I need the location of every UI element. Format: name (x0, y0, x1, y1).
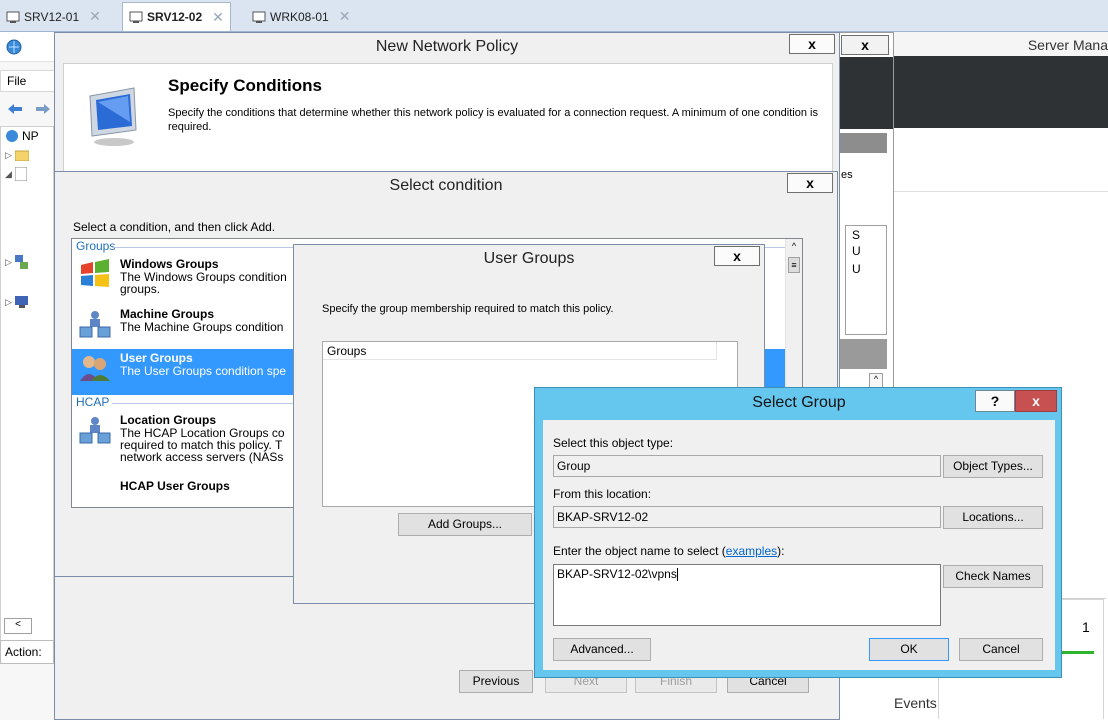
close-icon[interactable]: ✕ (89, 8, 101, 25)
console-tree: NP ▷ ◢ ▷ ▷ (0, 126, 54, 646)
locations-button[interactable]: Locations... (943, 506, 1043, 529)
close-button[interactable]: x (841, 35, 889, 55)
vm-tab-label: SRV12-02 (147, 10, 203, 24)
ok-button[interactable]: OK (869, 638, 949, 661)
category-hcap: HCAP (76, 395, 110, 409)
location-group-icon (78, 415, 112, 445)
column-fragment: es (841, 169, 853, 181)
close-button[interactable]: x (789, 34, 835, 54)
expand-icon[interactable]: ▷ (5, 297, 12, 308)
add-groups-button[interactable]: Add Groups... (398, 513, 532, 536)
vm-icon (6, 10, 20, 24)
previous-button[interactable]: Previous (459, 670, 533, 693)
console-status-bar: Action: (0, 640, 54, 664)
vm-icon (252, 10, 266, 24)
object-type-field: Group (553, 455, 941, 477)
instruction-text: Select a condition, and then click Add. (73, 220, 276, 234)
object-name-input[interactable]: BKAP-SRV12-02\vpns (553, 564, 941, 626)
close-button[interactable]: x (787, 173, 833, 193)
text-cursor (676, 568, 678, 582)
dialog-title: New Network Policy (55, 33, 839, 63)
scroll-thumb[interactable]: ≡ (788, 257, 800, 273)
object-name-label: Enter the object name to select (example… (553, 544, 784, 558)
back-forward-icon[interactable] (6, 102, 52, 116)
vm-tab-srv12-02[interactable]: SRV12-02 ✕ (122, 2, 231, 31)
location-label: From this location: (553, 487, 652, 501)
vm-tab-srv12-01[interactable]: SRV12-01 ✕ (0, 2, 107, 31)
close-button[interactable]: x (714, 246, 760, 266)
close-icon[interactable]: ✕ (212, 9, 224, 26)
location-field: BKAP-SRV12-02 (553, 506, 941, 528)
condition-title: User Groups (120, 351, 193, 365)
file-menu[interactable]: File (0, 70, 55, 92)
close-button[interactable]: x (1015, 390, 1057, 412)
expand-icon[interactable]: ▷ (5, 150, 12, 161)
label-prefix: Enter the object name to select ( (553, 544, 726, 558)
header-band (839, 133, 887, 153)
tree-item-folder[interactable]: ▷ (5, 149, 29, 161)
windows-logo-icon (78, 259, 112, 289)
object-name-text: BKAP-SRV12-02\vpns (557, 567, 677, 581)
collapse-icon[interactable]: ◢ (5, 169, 12, 180)
status-item: S (852, 228, 861, 242)
document-icon (14, 167, 27, 181)
scroll-left-button[interactable]: < (4, 618, 32, 634)
tree-item-network[interactable]: ▷ (5, 255, 29, 269)
status-list: S U U (845, 225, 887, 335)
network-icon (14, 255, 28, 269)
vm-tab-wrk08-01[interactable]: WRK08-01 ✕ (246, 2, 356, 31)
folder-icon (14, 150, 29, 161)
page-description: Specify the conditions that determine wh… (168, 107, 818, 133)
dialog-body: Select this object type: Group Object Ty… (543, 420, 1055, 670)
server-manager-toolbar (890, 128, 1108, 192)
object-types-button[interactable]: Object Types... (943, 455, 1043, 478)
condition-title: Location Groups (120, 413, 216, 427)
dialog-title: User Groups (294, 245, 764, 275)
column-header-groups[interactable]: Groups (323, 342, 717, 360)
check-names-button[interactable]: Check Names (943, 565, 1043, 588)
server-manager-header (890, 56, 1108, 128)
globe-icon (6, 130, 18, 142)
select-group-dialog: Select Group ? x Select this object type… (534, 387, 1062, 678)
vm-tab-label: SRV12-01 (24, 9, 80, 24)
object-type-label: Select this object type: (553, 436, 674, 450)
condition-title: Machine Groups (120, 307, 215, 321)
vm-icon (129, 10, 143, 24)
dark-strip (839, 57, 893, 129)
nps-app-icon (6, 39, 22, 55)
user-group-icon (78, 353, 112, 383)
vm-tab-label: WRK08-01 (270, 9, 329, 24)
advanced-button[interactable]: Advanced... (553, 638, 651, 661)
close-icon[interactable]: ✕ (339, 8, 351, 25)
page-heading: Specify Conditions (168, 76, 322, 95)
help-button[interactable]: ? (975, 390, 1015, 412)
computer-icon (14, 296, 28, 308)
status-item: U (852, 262, 861, 276)
monitor-icon (84, 86, 146, 148)
category-groups: Groups (76, 239, 116, 253)
scroll-up-icon[interactable]: ^ (788, 241, 800, 253)
tile-count: 1 (1082, 619, 1090, 635)
wizard-header: Specify Conditions Specify the condition… (63, 63, 833, 173)
machine-group-icon (78, 309, 112, 339)
tree-item-root[interactable]: NP (5, 129, 39, 143)
examples-link[interactable]: examples (726, 544, 777, 558)
list-band (839, 339, 887, 369)
tree-root-label: NP (22, 129, 39, 143)
tree-item-policies[interactable]: ◢ (5, 167, 27, 181)
expand-icon[interactable]: ▷ (5, 257, 12, 268)
server-manager-title: Server Mana (890, 32, 1108, 56)
instruction-text: Specify the group membership required to… (322, 303, 614, 315)
events-label[interactable]: Events (894, 695, 937, 711)
condition-title: HCAP User Groups (120, 479, 230, 493)
label-suffix: ): (777, 544, 785, 558)
tree-item-accounting[interactable]: ▷ (5, 295, 29, 309)
condition-title: Windows Groups (120, 257, 219, 271)
vm-tab-strip: SRV12-01 ✕ SRV12-02 ✕ WRK08-01 ✕ (0, 0, 1108, 32)
cancel-button[interactable]: Cancel (959, 638, 1043, 661)
status-item: U (852, 244, 861, 258)
dialog-title: Select condition (55, 172, 837, 202)
